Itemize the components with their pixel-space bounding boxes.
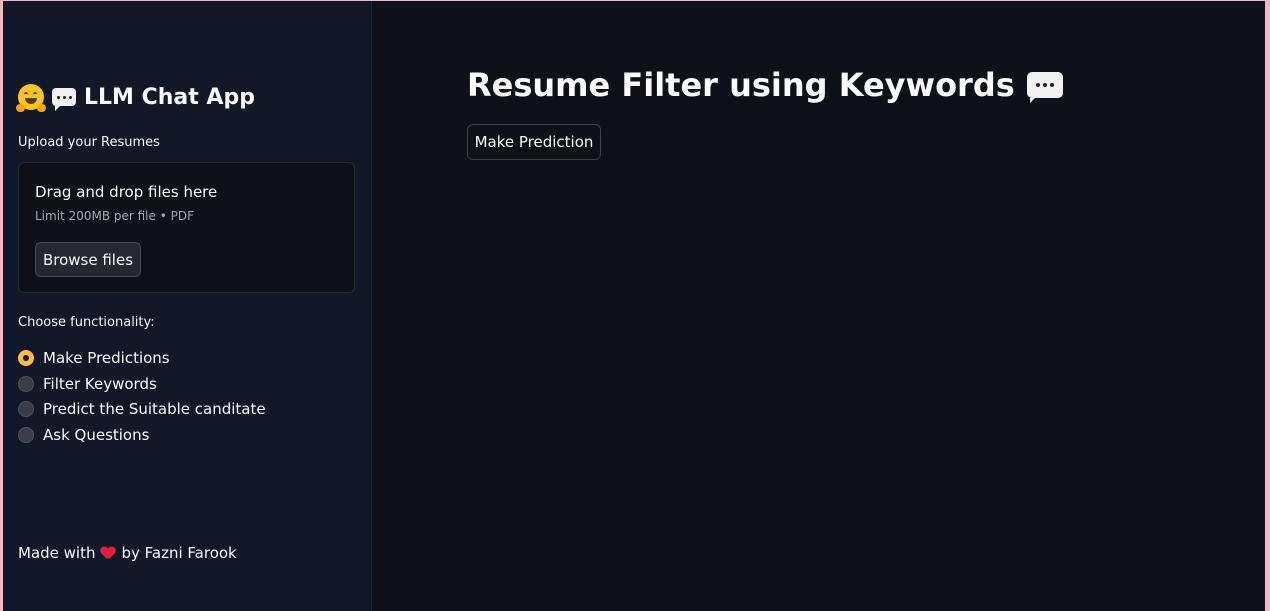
radio-filter-keywords[interactable]: Filter Keywords <box>18 371 266 397</box>
heart-icon <box>101 547 115 560</box>
radio-unselected-icon <box>18 426 34 443</box>
functionality-radio-group: Make Predictions Filter Keywords Predict… <box>18 345 266 448</box>
make-prediction-button[interactable]: Make Prediction <box>467 124 601 160</box>
footer-prefix: Made with <box>18 544 96 562</box>
page-title-text: Resume Filter using Keywords <box>467 66 1015 104</box>
file-dropzone[interactable]: Drag and drop files here Limit 200MB per… <box>18 162 355 293</box>
hugging-face-icon <box>16 84 46 112</box>
radio-label: Filter Keywords <box>43 374 157 393</box>
radio-unselected-icon <box>18 401 34 418</box>
speech-bubble-icon <box>52 88 76 111</box>
functionality-label: Choose functionality: <box>18 315 155 330</box>
app-title: LLM Chat App <box>84 84 255 110</box>
dropzone-text: Drag and drop files here <box>35 183 218 201</box>
upload-label: Upload your Resumes <box>18 135 160 150</box>
radio-label: Predict the Suitable canditate <box>43 400 266 419</box>
radio-label: Make Predictions <box>43 348 170 367</box>
radio-selected-icon <box>18 349 34 366</box>
radio-label: Ask Questions <box>43 425 150 444</box>
footer-credit: Made with by Fazni Farook <box>18 544 237 562</box>
radio-unselected-icon <box>18 375 34 392</box>
footer-suffix: by Fazni Farook <box>121 544 237 562</box>
main-content: Resume Filter using Keywords Make Predic… <box>372 1 1265 611</box>
page-title: Resume Filter using Keywords <box>467 66 1063 104</box>
sidebar: LLM Chat App Upload your Resumes Drag an… <box>3 1 372 611</box>
sidebar-title: LLM Chat App <box>16 84 255 112</box>
dropzone-limit: Limit 200MB per file • PDF <box>35 209 194 223</box>
radio-ask-questions[interactable]: Ask Questions <box>18 422 266 448</box>
radio-predict-candidate[interactable]: Predict the Suitable canditate <box>18 396 266 422</box>
speech-bubble-icon <box>1026 72 1063 103</box>
radio-make-predictions[interactable]: Make Predictions <box>18 345 266 371</box>
app-window: LLM Chat App Upload your Resumes Drag an… <box>3 1 1265 611</box>
browse-files-button[interactable]: Browse files <box>35 242 141 277</box>
